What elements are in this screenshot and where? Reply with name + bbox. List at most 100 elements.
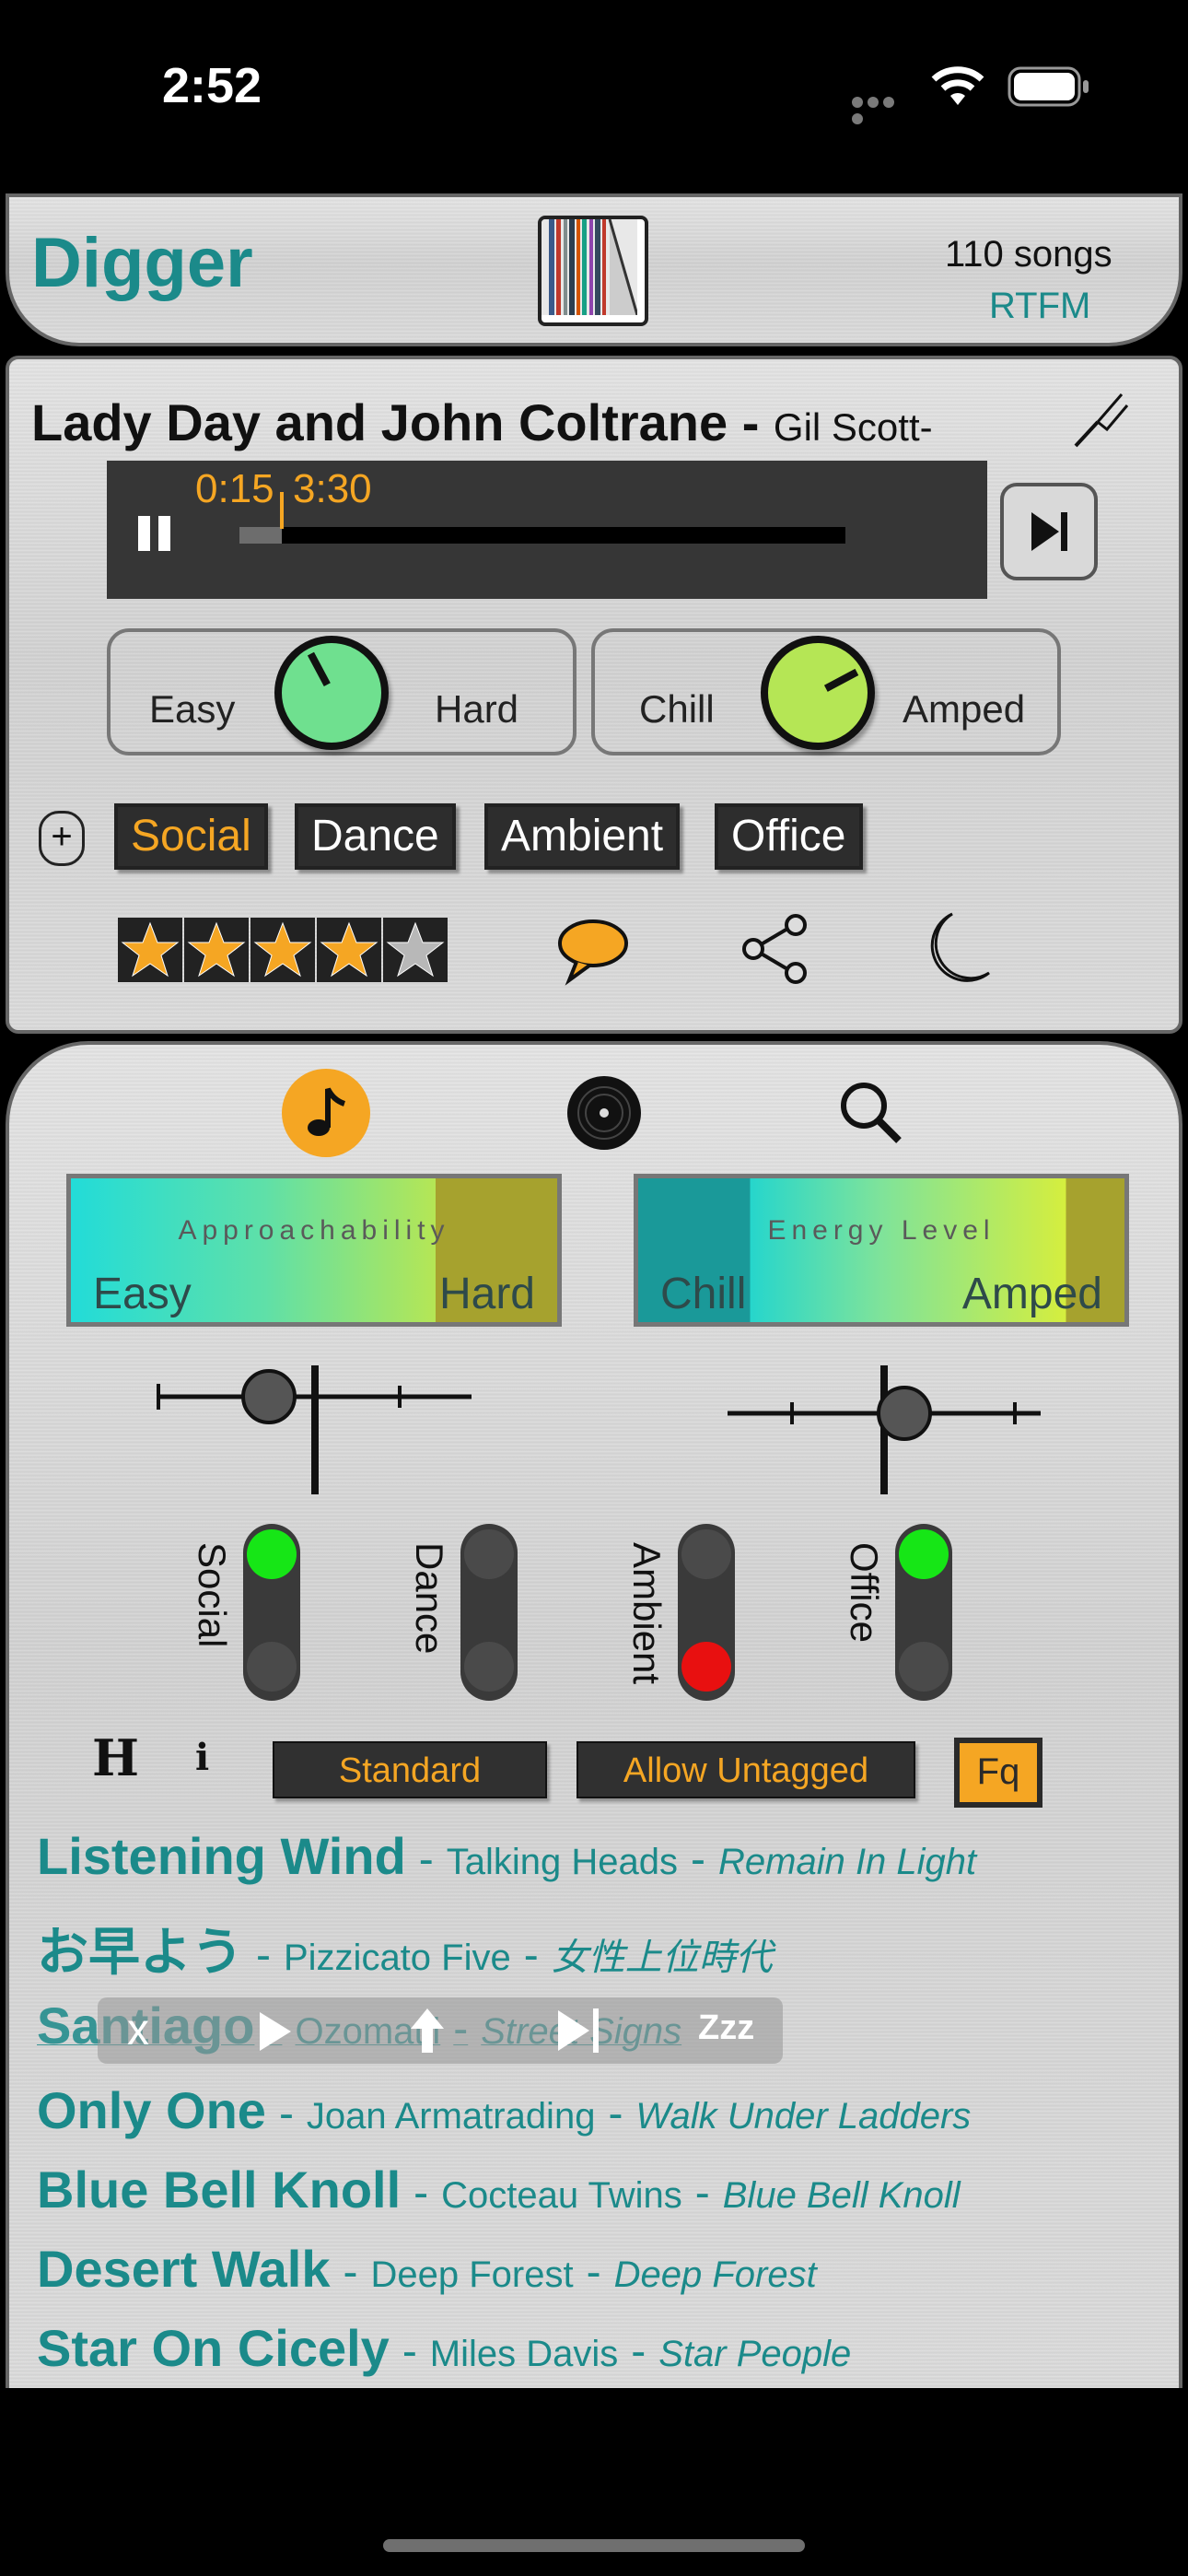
song-separator: - [402, 2327, 417, 2376]
star-icon[interactable] [317, 918, 381, 982]
upload-icon[interactable] [407, 2007, 448, 2055]
skip-next-button[interactable] [1000, 483, 1098, 580]
office-filter-switch[interactable] [895, 1524, 952, 1701]
album-art-thumbnail[interactable] [538, 216, 648, 326]
approachability-knob[interactable] [274, 636, 389, 750]
switch-lamp [247, 1642, 297, 1692]
song-artist: Pizzicato Five [283, 1938, 511, 1978]
song-swipe-actions: x Zzz [98, 1997, 783, 2064]
knob-label-hard: Hard [435, 687, 519, 731]
approachability-gauge[interactable]: Approachability Easy Hard [66, 1174, 562, 1327]
track-artist: Gil Scott- [773, 405, 933, 449]
progress-cursor[interactable] [280, 492, 284, 529]
song-album: Star People [658, 2334, 852, 2374]
track-title: Lady Day and John Coltrane [31, 393, 728, 451]
dismiss-button[interactable]: x [127, 2005, 149, 2055]
gauge-title: Approachability [178, 1215, 450, 1246]
sleep-button[interactable]: Zzz [698, 2008, 754, 2048]
skip-next-icon[interactable] [554, 2008, 606, 2053]
knob-label-chill: Chill [639, 687, 715, 731]
star-icon[interactable] [383, 918, 448, 982]
song-row[interactable]: Only One - Joan Armatrading - Walk Under Lad… [37, 2080, 971, 2140]
history-button[interactable]: H [92, 1728, 139, 1787]
song-artist: Talking Heads [446, 1842, 679, 1882]
song-separator: - [256, 1931, 271, 1980]
tag-dance[interactable]: Dance [295, 803, 456, 870]
song-separator: - [278, 2090, 294, 2138]
star-icon[interactable] [250, 918, 315, 982]
vinyl-record-icon[interactable] [558, 1067, 650, 1159]
switch-lamp-on [247, 1529, 297, 1579]
energy-level-gauge[interactable]: Energy Level Chill Amped [634, 1174, 1129, 1327]
play-icon[interactable] [254, 2010, 295, 2053]
records-stack-icon [542, 219, 639, 316]
battery-icon [1007, 66, 1089, 107]
song-separator: - [343, 2248, 358, 2297]
social-filter-switch[interactable] [243, 1524, 300, 1701]
standard-mode-button[interactable]: Standard [273, 1741, 547, 1798]
approachability-knob-panel: Easy Hard [107, 628, 577, 755]
star-icon[interactable] [118, 918, 182, 982]
song-artist: Deep Forest [370, 2254, 574, 2295]
skip-next-icon [1031, 512, 1067, 551]
song-title: Only One [37, 2081, 266, 2139]
star-rating[interactable] [118, 918, 449, 982]
progress-slider[interactable] [239, 527, 845, 544]
allow-untagged-button[interactable]: Allow Untagged [577, 1741, 915, 1798]
search-icon[interactable] [825, 1067, 917, 1159]
energy-knob-panel: Chill Amped [591, 628, 1061, 755]
song-count: 110 songs [945, 234, 1112, 275]
home-indicator [383, 2539, 805, 2552]
switch-label-ambient: Ambient [625, 1542, 669, 1685]
progress-fill [239, 527, 283, 544]
dance-filter-switch[interactable] [460, 1524, 518, 1701]
sleep-moon-icon[interactable] [915, 908, 995, 988]
pause-button[interactable] [138, 516, 175, 551]
switch-lamp [464, 1529, 514, 1579]
info-button[interactable]: i [195, 1736, 209, 1779]
star-icon[interactable] [184, 918, 249, 982]
energy-knob[interactable] [761, 636, 875, 750]
song-row[interactable]: Star On Cicely - Miles Davis - Star People [37, 2318, 851, 2378]
song-album: Remain In Light [718, 1842, 977, 1882]
elapsed-time: 0:15 [195, 466, 274, 511]
knob-label-amped: Amped [903, 687, 1026, 731]
music-note-icon[interactable] [280, 1067, 372, 1159]
song-row[interactable]: お早よう - Pizzicato Five - 女性上位時代 [37, 1911, 773, 1985]
song-row[interactable]: Desert Walk - Deep Forest - Deep Forest [37, 2239, 817, 2299]
frequency-button[interactable]: Fq [954, 1738, 1042, 1808]
station-link[interactable]: RTFM [989, 286, 1090, 327]
song-separator: - [523, 1931, 539, 1980]
song-album: Blue Bell Knoll [722, 2175, 961, 2216]
tag-ambient[interactable]: Ambient [484, 803, 681, 870]
energy-range-slider[interactable] [718, 1365, 1050, 1504]
approachability-range-slider[interactable] [149, 1365, 481, 1504]
song-title: Desert Walk [37, 2240, 331, 2298]
gauge-left-label: Easy [93, 1270, 192, 1318]
song-separator: - [694, 2169, 710, 2218]
comment-icon[interactable] [551, 912, 632, 986]
switch-lamp [464, 1642, 514, 1692]
cellular-signal-icon [852, 96, 913, 124]
switch-lamp-excluded [681, 1642, 731, 1692]
song-row[interactable]: Listening Wind - Talking Heads - Remain In L… [37, 1826, 976, 1886]
title-separator: - [741, 393, 760, 451]
tuning-fork-icon[interactable] [1070, 389, 1131, 450]
song-separator: - [691, 1835, 705, 1884]
gauge-title: Energy Level [767, 1215, 996, 1246]
switch-lamp [681, 1529, 731, 1579]
share-icon[interactable] [737, 910, 814, 988]
song-separator: - [413, 2169, 429, 2218]
now-playing-panel: Lady Day and John Coltrane - Gil Scott- … [6, 356, 1182, 1034]
now-playing-title: Lady Day and John Coltrane - Gil Scott- [31, 392, 933, 452]
header-panel: Digger 110 songs RTFM [6, 193, 1182, 346]
ambient-filter-switch[interactable] [678, 1524, 735, 1701]
tag-office[interactable]: Office [715, 803, 863, 870]
song-row[interactable]: Blue Bell Knoll - Cocteau Twins - Blue Bell … [37, 2160, 961, 2219]
add-tag-button[interactable]: + [39, 811, 85, 866]
song-title: お早よう [37, 1923, 243, 1981]
switch-lamp [899, 1642, 949, 1692]
status-time: 2:52 [162, 58, 262, 113]
tag-social[interactable]: Social [114, 803, 268, 870]
song-separator: - [608, 2090, 623, 2138]
